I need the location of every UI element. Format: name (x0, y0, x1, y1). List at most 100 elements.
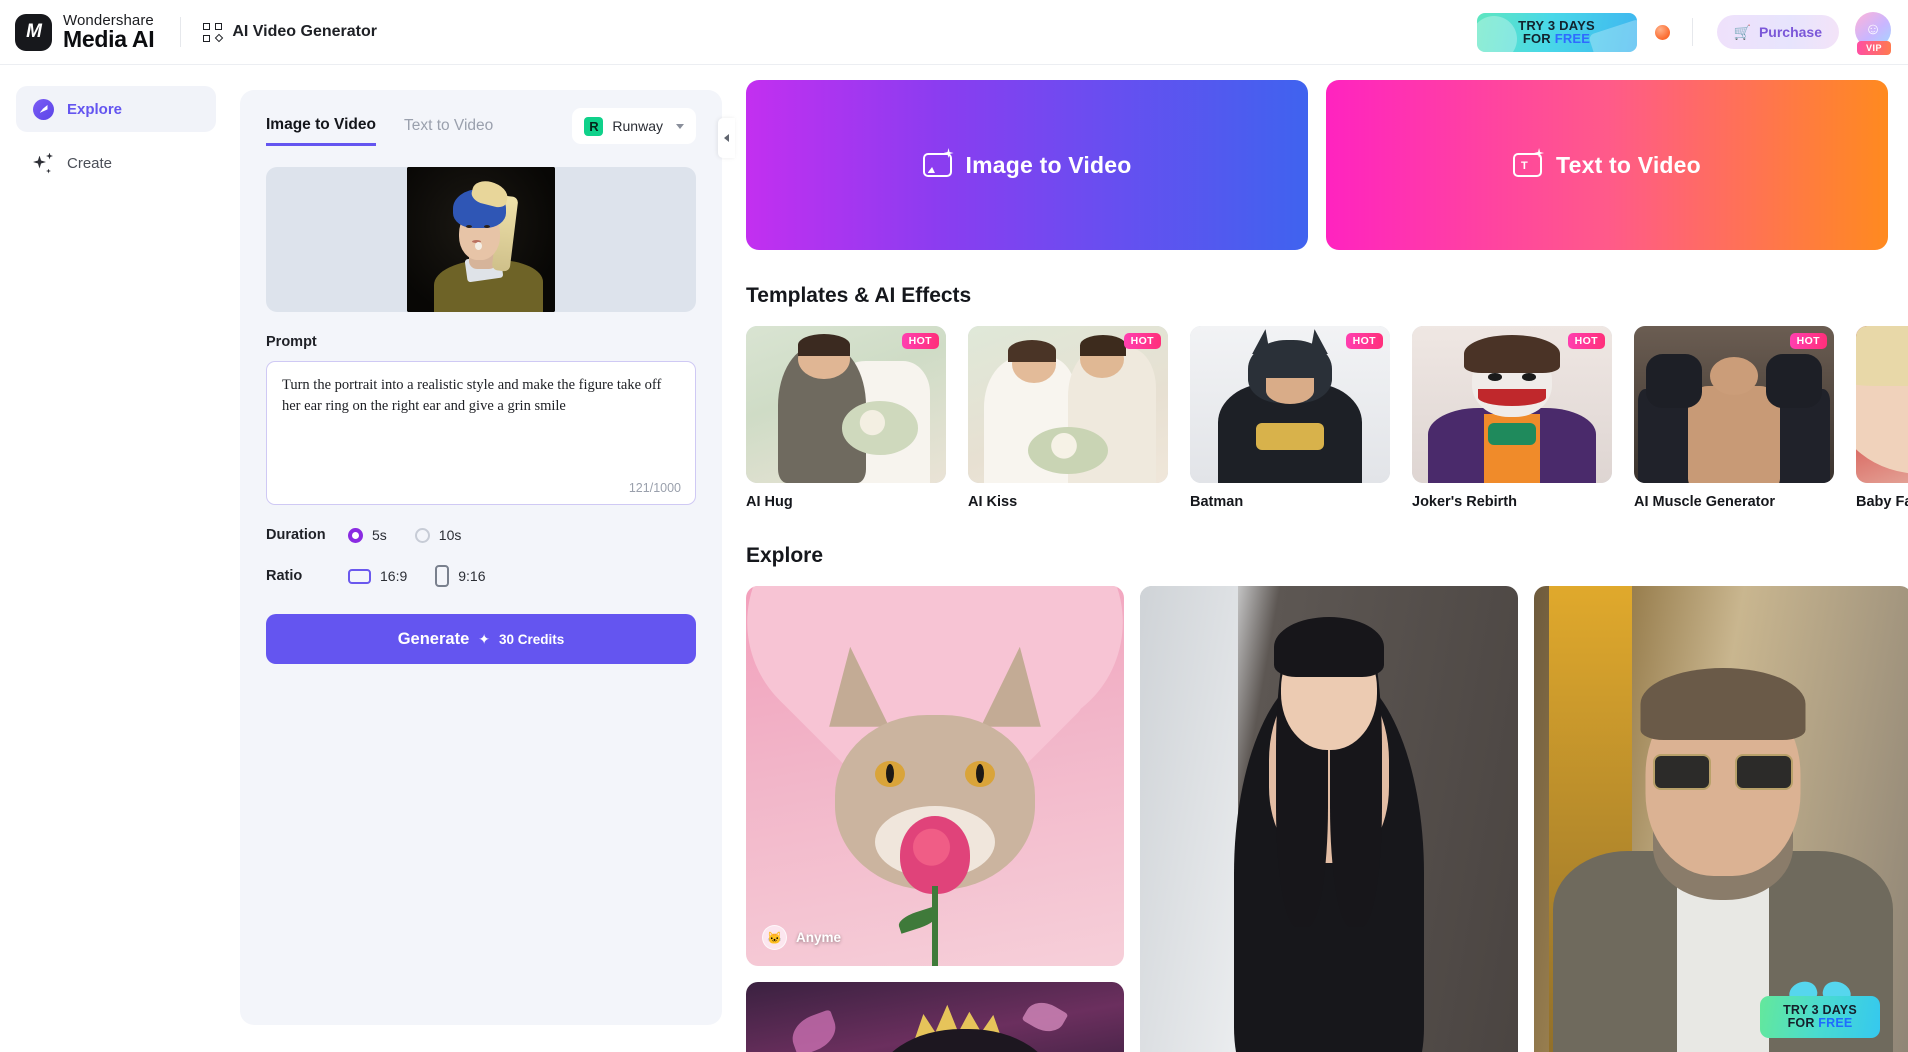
explore-card-username: Anyme (796, 930, 842, 945)
text-video-icon (1513, 148, 1545, 177)
sunglasses-icon (1653, 754, 1793, 791)
hot-badge: HOT (1123, 333, 1161, 349)
app-switcher[interactable]: AI Video Generator (203, 22, 397, 42)
duration-row: Duration 5s 10s (266, 527, 696, 543)
explore-card[interactable]: 🐱 Anyme (746, 586, 1124, 966)
template-card[interactable]: HOT Joker's Rebirth (1412, 326, 1612, 510)
header-right-group: TRY 3 DAYS FOR FREE 🛒 Purchase ☺ VIP (1476, 12, 1908, 55)
explore-column (1140, 586, 1518, 1052)
cta-image-to-video[interactable]: Image to Video (746, 80, 1308, 250)
header-promo-free: FREE (1554, 31, 1591, 46)
prompt-input[interactable]: Turn the portrait into a realistic style… (266, 361, 696, 505)
template-card[interactable]: HOT AI Kiss (968, 326, 1168, 510)
template-card[interactable]: Baby Fac (1856, 326, 1908, 510)
user-avatar-group[interactable]: ☺ VIP (1855, 12, 1895, 55)
prompt-label: Prompt (266, 334, 317, 350)
duration-option-label: 10s (438, 527, 462, 543)
tab-text-to-video[interactable]: Text to Video (404, 117, 493, 144)
explore-card[interactable] (1140, 586, 1518, 1052)
sparkle-icon (33, 152, 54, 174)
templates-row: HOT AI Hug HOT AI Kiss HOT Batman HOT Jo… (746, 326, 1908, 510)
explore-card[interactable] (746, 982, 1124, 1052)
image-upload-stage[interactable] (266, 167, 696, 312)
notification-dot-icon[interactable] (1654, 24, 1670, 40)
ratio-option-label: 16:9 (380, 568, 408, 584)
sidebar-item-create[interactable]: Create (16, 140, 216, 186)
grid-icon (203, 22, 224, 42)
ratio-option-label: 9:16 (458, 568, 486, 584)
floating-promo-badge[interactable]: TRY 3 DAYS FOR FREE (1760, 978, 1880, 1038)
cta-label: Image to Video (965, 151, 1132, 178)
template-card[interactable]: HOT AI Hug (746, 326, 946, 510)
template-name: Baby Fac (1856, 494, 1908, 510)
floating-promo-line2: FOR FREE (1787, 1016, 1853, 1030)
app-switcher-label: AI Video Generator (232, 23, 377, 40)
header-divider (180, 17, 182, 47)
purchase-button[interactable]: 🛒 Purchase (1716, 15, 1839, 49)
cta-label: Text to Video (1556, 151, 1701, 178)
duration-option-10s[interactable]: 10s (414, 527, 462, 543)
avatar: 🐱 (762, 925, 787, 950)
template-name: AI Muscle Generator (1634, 494, 1776, 510)
hot-badge: HOT (1789, 333, 1827, 349)
crop-handle-bottom-left[interactable] (407, 309, 410, 312)
templates-section-title: Templates & AI Effects (746, 284, 972, 307)
cta-text-to-video[interactable]: Text to Video (1326, 80, 1888, 250)
panel-tabs: Image to Video Text to Video R Runway (266, 108, 696, 153)
generator-panel: Image to Video Text to Video R Runway Pr… (240, 90, 722, 1025)
template-name: AI Kiss (968, 494, 1018, 510)
panel-collapse-toggle[interactable] (718, 118, 735, 158)
floating-promo-box: TRY 3 DAYS FOR FREE (1760, 996, 1880, 1038)
explore-grid: 🐱 Anyme (746, 586, 1908, 1052)
hot-badge: HOT (901, 333, 939, 349)
prompt-input-value: Turn the portrait into a realistic style… (282, 377, 662, 414)
template-thumbnail (1856, 326, 1908, 483)
template-thumbnail: HOT (968, 326, 1168, 483)
header-promo-line2: FOR FREE (1522, 31, 1591, 46)
app-header: M Wondershare Media AI AI Video Generato… (0, 0, 1908, 65)
template-card[interactable]: HOT Batman (1190, 326, 1390, 510)
generate-credits-label: 30 Credits (499, 631, 565, 647)
ratio-option-9-16[interactable]: 9:16 (435, 565, 486, 587)
template-thumbnail: HOT (1412, 326, 1612, 483)
header-promo-text: TRY 3 DAYS FOR FREE (1518, 18, 1595, 46)
crop-handle-top-left[interactable] (407, 167, 410, 170)
crop-handle-top-right[interactable] (552, 167, 555, 170)
header-divider-2 (1691, 18, 1693, 46)
sidebar-item-label: Explore (67, 100, 123, 118)
uploaded-image-thumbnail[interactable] (407, 167, 555, 312)
template-name: Batman (1190, 494, 1244, 510)
template-name: AI Hug (746, 494, 793, 510)
model-selector-label: Runway (612, 118, 663, 134)
template-card[interactable]: HOT AI Muscle Generator (1634, 326, 1834, 510)
tab-image-to-video[interactable]: Image to Video (266, 116, 376, 146)
floating-promo-free: FREE (1818, 1016, 1853, 1030)
template-thumbnail: HOT (1634, 326, 1834, 483)
vip-badge: VIP (1857, 41, 1891, 55)
explore-card-user[interactable]: 🐱 Anyme (762, 925, 841, 950)
explore-section-title: Explore (746, 544, 824, 567)
compass-icon (33, 98, 54, 120)
ratio-label: Ratio (266, 568, 303, 584)
model-selector[interactable]: R Runway (572, 108, 696, 144)
runway-icon: R (584, 116, 604, 136)
sidebar: Explore Create (0, 65, 232, 1052)
portrait-icon (435, 565, 450, 587)
header-promo-banner[interactable]: TRY 3 DAYS FOR FREE (1476, 12, 1637, 52)
cart-icon: 🛒 (1733, 23, 1751, 40)
ratio-option-16-9[interactable]: 16:9 (348, 568, 407, 584)
crop-handle-bottom-right[interactable] (552, 309, 555, 312)
wondershare-logo-icon: M (15, 13, 52, 51)
sidebar-item-label: Create (67, 154, 113, 172)
sidebar-item-explore[interactable]: Explore (16, 86, 216, 132)
template-name: Joker's Rebirth (1412, 494, 1517, 510)
ratio-row: Ratio 16:9 9:16 (266, 565, 696, 587)
template-thumbnail: HOT (1190, 326, 1390, 483)
duration-option-5s[interactable]: 5s (348, 527, 387, 543)
cta-row: Image to Video Text to Video (746, 80, 1908, 250)
generate-button-label: Generate (397, 629, 470, 648)
duration-label: Duration (266, 527, 326, 543)
generate-button[interactable]: Generate ✦ 30 Credits (266, 614, 696, 664)
brand-logo-group[interactable]: M Wondershare Media AI (0, 12, 155, 52)
hot-badge: HOT (1345, 333, 1383, 349)
